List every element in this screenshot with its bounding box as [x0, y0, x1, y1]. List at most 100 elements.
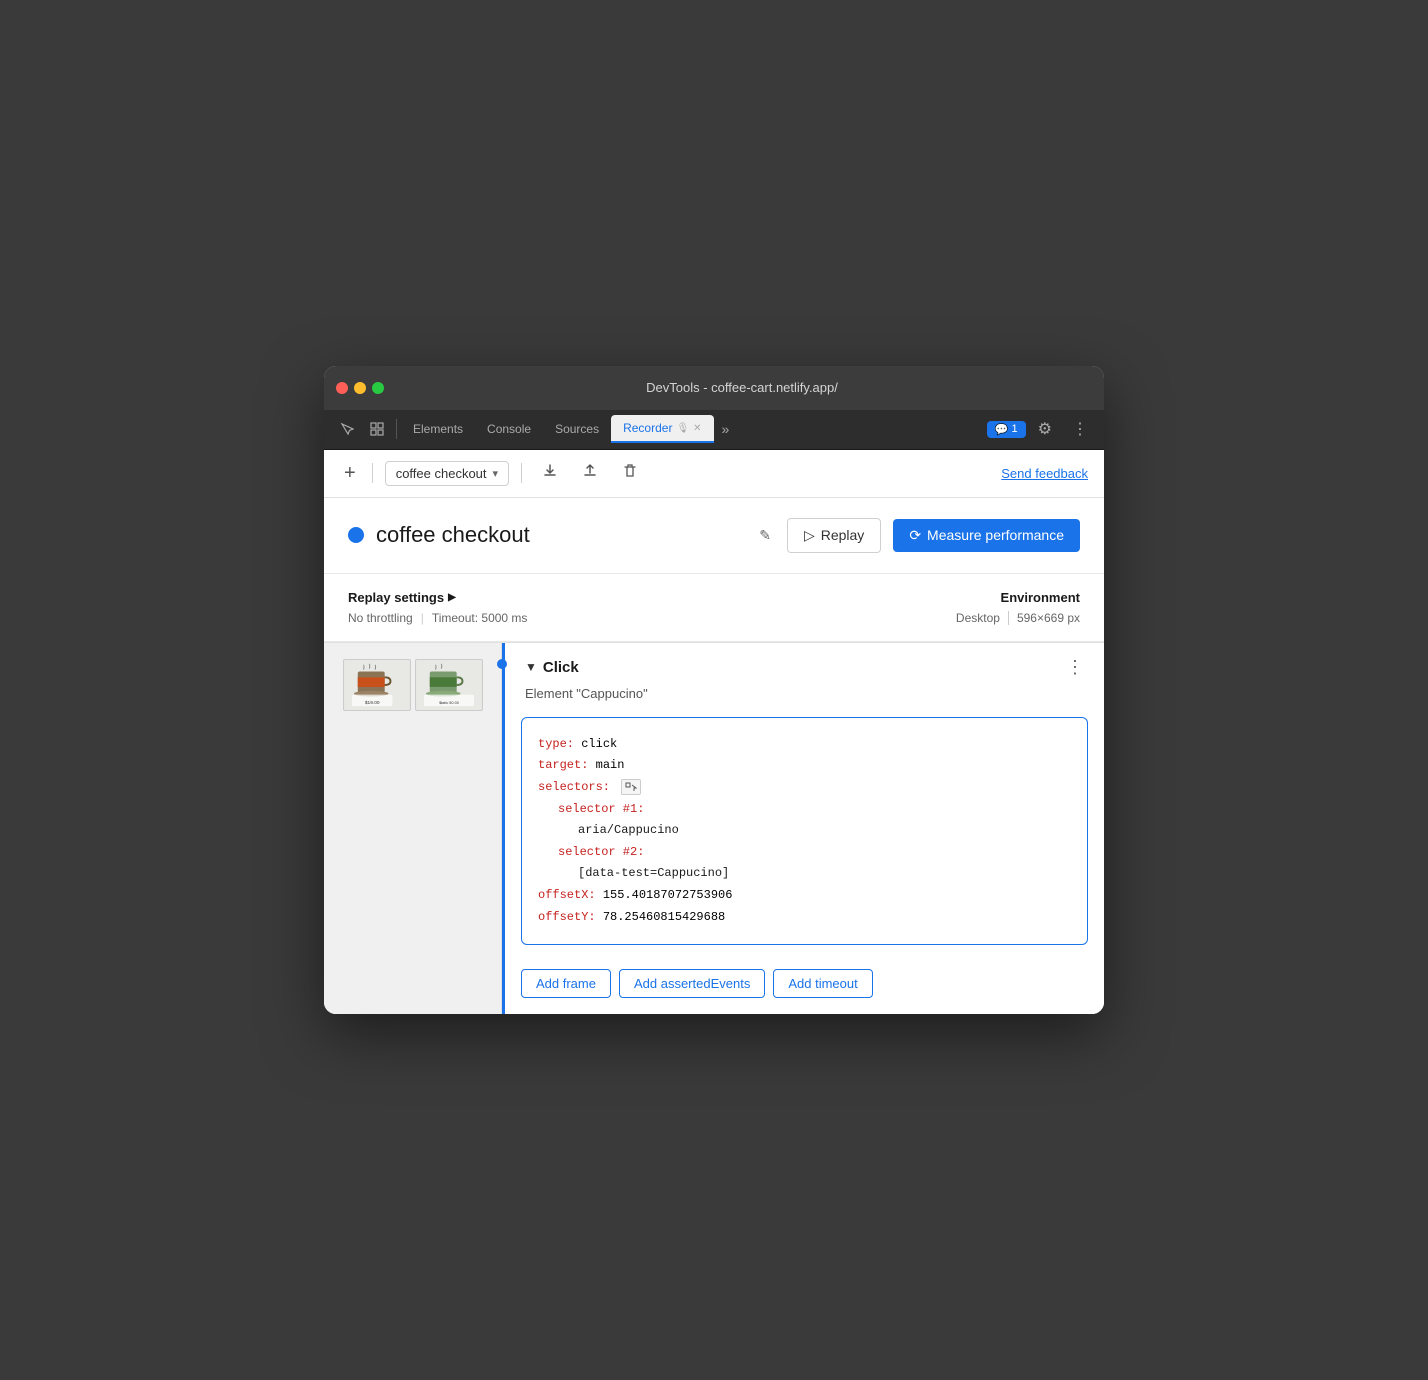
settings-expand-icon[interactable]: ▶ — [448, 592, 456, 603]
code-selector2-key: selector #2: — [558, 845, 644, 859]
collapse-step-btn[interactable]: ▼ — [525, 660, 537, 674]
thumbnail-images: $19.00 — [343, 659, 483, 711]
tab-sources-label: Sources — [555, 422, 599, 436]
add-timeout-button[interactable]: Add timeout — [773, 969, 872, 998]
measure-icon: ⟳ — [909, 527, 921, 544]
toolbar-separator-1 — [372, 463, 373, 483]
add-asserted-events-button[interactable]: Add assertedEvents — [619, 969, 765, 998]
code-selector2-line: selector #2: — [538, 842, 1071, 864]
settings-detail-sep: | — [421, 611, 424, 625]
inspect-icon-btn[interactable] — [362, 418, 392, 440]
step-blue-line — [502, 643, 505, 1014]
tab-console-label: Console — [487, 422, 531, 436]
code-type-key: type: — [538, 737, 574, 751]
thumbnail-2: $tatic 50.00 — [415, 659, 483, 711]
tab-console[interactable]: Console — [475, 416, 543, 442]
tab-sources[interactable]: Sources — [543, 416, 611, 442]
environment-settings: Environment Desktop 596×669 px — [956, 590, 1080, 625]
step-element-label: Element "Cappucino" — [505, 686, 1104, 709]
tab-actions: 💬 1 ⚙ ⋮ — [987, 415, 1096, 443]
recording-name: coffee checkout — [396, 466, 487, 481]
code-offsety-line: offsetY: 78.25460815429688 — [538, 907, 1071, 929]
tab-separator — [396, 419, 397, 439]
chevron-down-icon: ▾ — [493, 467, 499, 480]
code-selectors-key: selectors: — [538, 780, 610, 794]
feedback-badge[interactable]: 💬 1 — [987, 421, 1026, 438]
more-options-btn[interactable]: ⋮ — [1064, 415, 1096, 443]
step-action-buttons: Add frame Add assertedEvents Add timeout — [505, 961, 1104, 1014]
maximize-button[interactable] — [372, 382, 384, 394]
step-type-label: Click — [543, 659, 1062, 676]
measure-label: Measure performance — [927, 527, 1064, 543]
tab-recorder-label: Recorder — [623, 421, 672, 435]
replay-label: Replay — [821, 527, 865, 543]
edit-title-icon[interactable]: ✎ — [755, 525, 775, 546]
tab-elements[interactable]: Elements — [401, 416, 475, 442]
code-offsetx-key: offsetX: — [538, 888, 596, 902]
code-offsety-key: offsetY: — [538, 910, 596, 924]
measure-performance-button[interactable]: ⟳ Measure performance — [893, 519, 1080, 552]
titlebar: DevTools - coffee-cart.netlify.app/ — [324, 366, 1104, 410]
thumbnail-1: $19.00 — [343, 659, 411, 711]
export-btn[interactable] — [534, 459, 566, 488]
settings-details: No throttling | Timeout: 5000 ms — [348, 611, 956, 625]
step-code-block: type: click target: main selectors: — [521, 717, 1088, 945]
code-selector1-val-line: aria/Cappucino — [538, 820, 1071, 842]
cursor-icon-btn[interactable] — [332, 418, 362, 440]
settings-btn[interactable]: ⚙ — [1030, 415, 1060, 443]
code-selector2-val-line: [data-test=Cappucino] — [538, 863, 1071, 885]
feedback-icon: 💬 — [995, 423, 1009, 436]
main-content: coffee checkout ✎ ▷ Replay ⟳ Measure per… — [324, 498, 1104, 1014]
more-tabs-btn[interactable]: » — [714, 417, 738, 441]
recording-title: coffee checkout — [376, 522, 743, 548]
step-area: $19.00 — [324, 642, 1104, 1014]
step-dot-indicator — [497, 659, 507, 669]
env-sep — [1008, 611, 1009, 625]
replay-settings: Replay settings ▶ No throttling | Timeou… — [348, 590, 956, 625]
tab-elements-label: Elements — [413, 422, 463, 436]
recording-selector[interactable]: coffee checkout ▾ — [385, 461, 509, 486]
window-title: DevTools - coffee-cart.netlify.app/ — [392, 380, 1092, 395]
timeout-value: Timeout: 5000 ms — [432, 611, 528, 625]
tab-recorder[interactable]: Recorder 🎙 ✕ — [611, 415, 713, 443]
step-more-btn[interactable]: ⋮ — [1062, 657, 1088, 678]
toolbar: + coffee checkout ▾ Send feedback — [324, 450, 1104, 498]
step-content: ▼ Click ⋮ Element "Cappucino" type: clic… — [505, 643, 1104, 1014]
code-selector1-val: aria/Cappucino — [578, 823, 679, 837]
code-selector1-line: selector #1: — [538, 799, 1071, 821]
settings-bar: Replay settings ▶ No throttling | Timeou… — [324, 574, 1104, 642]
selector-icon[interactable] — [621, 779, 641, 795]
close-button[interactable] — [336, 382, 348, 394]
toolbar-separator-2 — [521, 463, 522, 483]
svg-text:$tatic 50.00: $tatic 50.00 — [439, 701, 459, 705]
step-panel-wrapper: ▼ Click ⋮ Element "Cappucino" type: clic… — [502, 643, 1104, 1014]
feedback-count: 1 — [1012, 423, 1018, 435]
settings-title: Replay settings ▶ — [348, 590, 956, 605]
replay-play-icon: ▷ — [804, 527, 815, 544]
devtools-window: DevTools - coffee-cart.netlify.app/ Elem… — [324, 366, 1104, 1014]
code-selectors-line: selectors: — [538, 777, 1071, 799]
tabbar: Elements Console Sources Recorder 🎙 ✕ » … — [324, 410, 1104, 450]
replay-button[interactable]: ▷ Replay — [787, 518, 881, 553]
delete-btn[interactable] — [614, 459, 646, 488]
code-type-line: type: click — [538, 734, 1071, 756]
code-target-line: target: main — [538, 755, 1071, 777]
add-recording-btn[interactable]: + — [340, 460, 360, 487]
recording-status-dot — [348, 527, 364, 543]
svg-text:$19.00: $19.00 — [364, 700, 379, 706]
throttling-value: No throttling — [348, 611, 413, 625]
code-offsetx-line: offsetX: 155.40187072753906 — [538, 885, 1071, 907]
step-header: ▼ Click ⋮ — [505, 643, 1104, 686]
step-thumbnails: $19.00 — [324, 643, 502, 1014]
import-btn[interactable] — [574, 459, 606, 488]
minimize-button[interactable] — [354, 382, 366, 394]
code-selector2-val: [data-test=Cappucino] — [578, 866, 729, 880]
resolution-value: 596×669 px — [1017, 611, 1080, 625]
env-details: Desktop 596×669 px — [956, 611, 1080, 625]
desktop-value: Desktop — [956, 611, 1000, 625]
recording-header: coffee checkout ✎ ▷ Replay ⟳ Measure per… — [324, 498, 1104, 574]
send-feedback-link[interactable]: Send feedback — [1001, 466, 1088, 481]
traffic-lights — [336, 382, 384, 394]
code-target-key: target: — [538, 758, 588, 772]
add-frame-button[interactable]: Add frame — [521, 969, 611, 998]
